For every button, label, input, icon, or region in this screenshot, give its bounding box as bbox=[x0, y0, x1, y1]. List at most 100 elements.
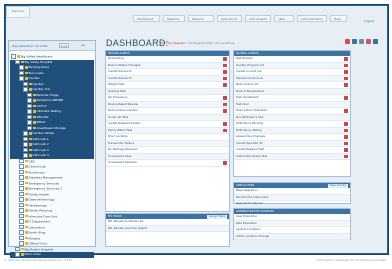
checkbox-icon[interactable] bbox=[27, 92, 32, 97]
alert-row[interactable]: Unreleased Operator bbox=[106, 160, 229, 167]
siemens-logo: Siemens bbox=[6, 6, 30, 18]
checkbox-icon[interactable] bbox=[27, 120, 32, 125]
tree-node-label: Cath Lab 3 bbox=[32, 147, 49, 152]
tree-node-label: Offsite Clinic bbox=[28, 241, 48, 246]
tree-node-label: Penn Clinic bbox=[24, 252, 41, 257]
tree-node-label: Big Valley Hospital bbox=[24, 59, 53, 64]
checkbox-icon[interactable] bbox=[23, 142, 28, 147]
folder-icon bbox=[24, 71, 28, 74]
global-alerts-panel: GLOBAL ALERTS Test Expires Quality Progra… bbox=[233, 50, 351, 177]
checkbox-icon[interactable] bbox=[19, 241, 24, 246]
alert-row[interactable]: BO: Review Common Report bbox=[106, 225, 229, 232]
checkbox-icon[interactable] bbox=[19, 169, 24, 174]
checkbox-icon[interactable] bbox=[19, 164, 24, 169]
checkbox-icon[interactable] bbox=[19, 213, 24, 218]
alert-row-label: Transaction Failure bbox=[108, 140, 135, 145]
tree-nav-controls[interactable]: ◂ ▸ bbox=[81, 43, 85, 47]
checkbox-icon[interactable] bbox=[19, 219, 24, 224]
tree-node-label: MRGS bbox=[36, 120, 46, 125]
alert-row[interactable]: Admin Location Change bbox=[234, 233, 350, 240]
tree-node-label: Birthing Place bbox=[28, 65, 50, 70]
alert-icon[interactable] bbox=[345, 39, 350, 44]
checkbox-icon[interactable] bbox=[19, 235, 24, 240]
tree-node[interactable]: Penn Clinic bbox=[10, 252, 94, 258]
checkbox-icon[interactable] bbox=[19, 224, 24, 229]
folder-icon bbox=[20, 253, 24, 256]
checkbox-icon[interactable] bbox=[19, 76, 24, 81]
mass-activity-button[interactable]: Mass Activity bbox=[327, 183, 348, 188]
checkbox-icon[interactable] bbox=[19, 230, 24, 235]
tab-reports[interactable]: Reports bbox=[188, 15, 214, 22]
checkbox-icon[interactable] bbox=[19, 202, 24, 207]
checkbox-icon[interactable] bbox=[15, 59, 20, 64]
tree-node-label: IT Department bbox=[28, 219, 51, 224]
tab-operations[interactable]: Operations bbox=[217, 15, 242, 22]
folder-icon bbox=[16, 55, 20, 58]
admin-summary-panel: ADMINISTRATIVE SUMMARY User Expiration Ro… bbox=[233, 208, 351, 240]
alert-row-label: Assess Due Changes bbox=[236, 134, 266, 138]
checkbox-icon[interactable] bbox=[27, 98, 32, 103]
folder-icon bbox=[28, 137, 32, 140]
alert-row[interactable]: Instrument Space Test bbox=[234, 153, 350, 160]
checkbox-icon[interactable] bbox=[15, 252, 20, 257]
status-flag-icon bbox=[223, 63, 227, 67]
alert-row-label: Admin Location Change bbox=[236, 233, 270, 238]
tab-patients[interactable]: Patients bbox=[163, 15, 185, 22]
device-alerts-panel: DEVICE ALERTS Rx Pending Device Status Ch… bbox=[105, 50, 230, 212]
checkbox-icon[interactable] bbox=[23, 153, 28, 158]
alert-row-label: Non-Pertinency Out bbox=[236, 114, 264, 119]
settings-icon[interactable] bbox=[366, 39, 371, 44]
checkbox-icon[interactable] bbox=[19, 197, 24, 202]
checkbox-icon[interactable] bbox=[19, 70, 24, 75]
checkbox-icon[interactable] bbox=[19, 191, 24, 196]
checkbox-icon[interactable] bbox=[19, 158, 24, 163]
tab-dashboard[interactable]: Dashboard bbox=[133, 15, 160, 22]
print-icon[interactable] bbox=[352, 39, 357, 44]
checkbox-icon[interactable] bbox=[19, 180, 24, 185]
tab-administration[interactable]: Administration bbox=[297, 15, 327, 22]
checkbox-icon[interactable] bbox=[23, 131, 28, 136]
checkbox-icon[interactable] bbox=[23, 81, 28, 86]
folder-icon bbox=[32, 104, 36, 107]
alert-row-label: Proficiency Testing bbox=[236, 127, 262, 132]
refresh-icon[interactable] bbox=[359, 39, 364, 44]
alert-row-label: Grading Test bbox=[108, 88, 126, 93]
panel-title: MY TASKS bbox=[108, 214, 122, 218]
folder-icon bbox=[24, 225, 28, 228]
tab-help[interactable]: Help bbox=[330, 15, 347, 22]
alert-row-label: Invalid Device ID bbox=[108, 75, 132, 80]
checkbox-icon[interactable] bbox=[19, 175, 24, 180]
checkbox-icon[interactable] bbox=[15, 246, 20, 251]
tab-labs[interactable]: Labs bbox=[274, 15, 294, 22]
tree-node-label: Anesthesia Storage bbox=[36, 125, 66, 130]
logout-link[interactable]: Logout bbox=[364, 19, 374, 23]
checkbox-icon[interactable] bbox=[23, 147, 28, 152]
checkbox-icon[interactable] bbox=[19, 208, 24, 213]
checkbox-icon[interactable] bbox=[11, 54, 16, 59]
folder-icon bbox=[24, 242, 28, 245]
checkbox-icon[interactable] bbox=[27, 109, 32, 114]
status-flag-icon bbox=[344, 76, 348, 80]
tree-node-label: CBS bbox=[28, 158, 35, 163]
status-flag-icon bbox=[344, 57, 348, 61]
assign-tasks-button[interactable]: Assign Tasks bbox=[207, 214, 227, 219]
tab-instruments[interactable]: Instruments bbox=[245, 15, 271, 22]
help-icon[interactable] bbox=[373, 39, 378, 44]
alert-row[interactable]: Request for Review bbox=[234, 201, 350, 208]
breadcrumb-hospital[interactable]: Big City Hospital bbox=[160, 41, 185, 45]
alert-row-label: User Expiration bbox=[236, 214, 258, 218]
alert-row-label: Device Error Detected bbox=[236, 108, 267, 112]
tree-node-label: Laboratory bbox=[28, 224, 45, 229]
checkbox-icon[interactable] bbox=[27, 114, 32, 119]
checkbox-icon[interactable] bbox=[23, 136, 28, 141]
alert-row-label: Prom Location bbox=[108, 134, 128, 138]
tree-edit-button[interactable]: Edit bbox=[59, 43, 69, 48]
folder-icon bbox=[24, 231, 28, 234]
checkbox-icon[interactable] bbox=[19, 186, 24, 191]
status-flag-icon bbox=[223, 122, 227, 126]
checkbox-icon[interactable] bbox=[23, 87, 28, 92]
checkbox-icon[interactable] bbox=[19, 65, 24, 70]
checkbox-icon[interactable] bbox=[27, 103, 32, 108]
tree-node-label: Family Planning bbox=[28, 208, 53, 213]
checkbox-icon[interactable] bbox=[27, 125, 32, 130]
